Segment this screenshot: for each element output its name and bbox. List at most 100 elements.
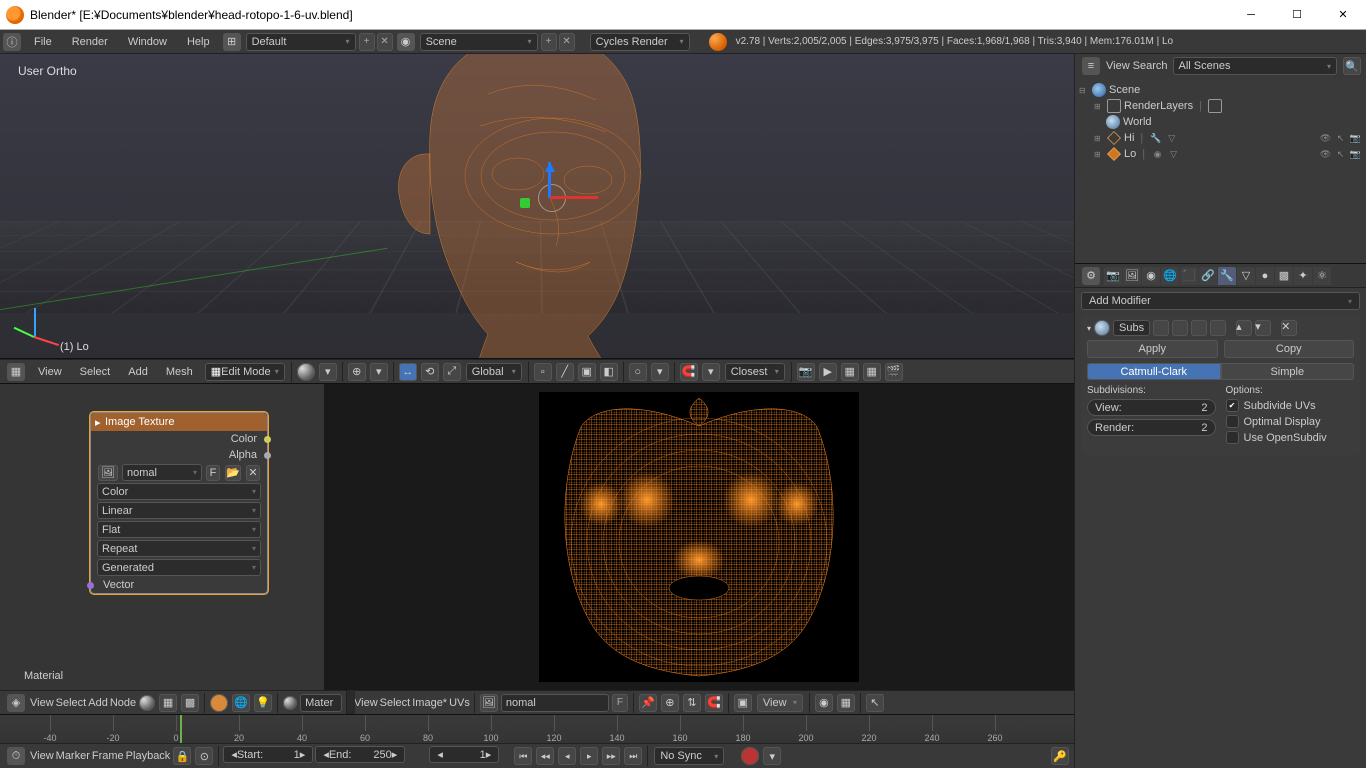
image-open-icon[interactable]: 📂	[225, 465, 241, 481]
timeline-track[interactable]: -40-200204060801001201401601802002202402…	[0, 715, 1074, 744]
jump-end-button[interactable]: ⏭	[624, 747, 642, 765]
frame-current-field[interactable]: ◂ 1 ▸	[429, 746, 499, 763]
window-minimize-button[interactable]: ─	[1228, 0, 1274, 30]
eye-icon[interactable]: 👁	[1319, 132, 1332, 145]
menu-timeline-view[interactable]: View	[30, 750, 54, 762]
screen-layout-icon[interactable]: ⊞	[223, 33, 241, 51]
camera-icon[interactable]: 📷	[1349, 148, 1362, 161]
menu-uv-select[interactable]: Select	[380, 697, 411, 709]
tab-physics-icon[interactable]: ⚛	[1313, 267, 1331, 285]
menu-view3d-select[interactable]: Select	[72, 366, 119, 378]
menu-window[interactable]: Window	[118, 36, 177, 48]
opengl-playback-icon[interactable]: 🎬	[885, 363, 903, 381]
menu-node-add[interactable]: Add	[88, 697, 108, 709]
optimal-display-checkbox[interactable]: Optimal Display	[1226, 415, 1355, 428]
menu-view3d-mesh[interactable]: Mesh	[158, 366, 201, 378]
socket-out-alpha[interactable]: Alpha	[91, 447, 267, 463]
outliner-row-hi[interactable]: ⊞Hi|🔧▽ 👁↖📷	[1077, 130, 1364, 146]
pivot-align-icon[interactable]: ▾	[370, 363, 388, 381]
mod-view3d-toggle-icon[interactable]	[1153, 320, 1169, 336]
uv-snap-icon[interactable]: 🧲	[705, 694, 723, 712]
uv-mode-icon[interactable]: ▣	[734, 694, 752, 712]
uv-image-name-field[interactable]: nomal	[501, 694, 609, 712]
modifier-copy-button[interactable]: Copy	[1224, 340, 1355, 358]
node-projection-dropdown[interactable]: Flat	[97, 521, 261, 538]
mod-delete-icon[interactable]: ✕	[1281, 320, 1297, 336]
orientation-dropdown[interactable]: Global	[466, 363, 522, 381]
subdivide-uvs-checkbox[interactable]: Subdivide UVs	[1226, 399, 1355, 412]
compositing-tree-icon[interactable]: ▦	[159, 694, 177, 712]
pivot-icon[interactable]: ⊕	[348, 363, 366, 381]
outliner-menu-search[interactable]: Search	[1133, 60, 1168, 72]
3d-viewport[interactable]: User Ortho	[0, 54, 1074, 359]
keying-set-icon[interactable]: ▾	[763, 747, 781, 765]
subsurf-render-field[interactable]: Render:2	[1087, 419, 1216, 436]
add-modifier-dropdown[interactable]: Add Modifier	[1081, 292, 1360, 310]
tab-scene-icon[interactable]: ◉	[1142, 267, 1160, 285]
snap-element-icon[interactable]: ▾	[702, 363, 720, 381]
socket-in-vector[interactable]: Vector	[91, 577, 267, 593]
modifier-name-field[interactable]: Subs	[1113, 320, 1150, 336]
tab-modifiers-icon[interactable]: 🔧	[1218, 267, 1236, 285]
mod-editmode-toggle-icon[interactable]	[1172, 320, 1188, 336]
menu-node-view[interactable]: View	[30, 697, 54, 709]
node-texcoord-dropdown[interactable]: Generated	[97, 559, 261, 576]
snap-target-dropdown[interactable]: Closest	[725, 363, 785, 381]
mesh-select-face-icon[interactable]: ▣	[578, 363, 596, 381]
uv-cursor-icon[interactable]: ↖	[866, 694, 884, 712]
node-canvas[interactable]: Image Texture Color Alpha 🖼 nomal F 📂 ✕ …	[0, 384, 346, 690]
cursor-icon[interactable]: ↖	[1334, 148, 1347, 161]
scene-delete-button[interactable]: ✕	[559, 33, 575, 51]
object-material-icon[interactable]	[210, 694, 228, 712]
scene-add-button[interactable]: +	[541, 33, 557, 51]
screen-delete-button[interactable]: ✕	[377, 33, 393, 51]
mod-movedown-icon[interactable]: ▾	[1255, 320, 1271, 336]
scene-icon[interactable]: ◉	[397, 33, 415, 51]
jump-start-button[interactable]: ⏮	[514, 747, 532, 765]
outliner-search-icon[interactable]: 🔍	[1343, 57, 1361, 75]
uv-image-fakeuser-button[interactable]: F	[612, 694, 628, 712]
texture-tree-icon[interactable]: ▩	[181, 694, 199, 712]
tab-texture-icon[interactable]: ▩	[1275, 267, 1293, 285]
menu-uv-image[interactable]: Image*	[412, 697, 447, 709]
image-fakeuser-button[interactable]: F	[206, 465, 220, 481]
outliner-row-lo[interactable]: ⊞Lo|◉▽ 👁↖📷	[1077, 146, 1364, 162]
menu-timeline-playback[interactable]: Playback	[126, 750, 171, 762]
menu-node-node[interactable]: Node	[110, 697, 136, 709]
manipulator-rotate-icon[interactable]: ⟲	[421, 363, 439, 381]
world-material-icon[interactable]: 🌐	[232, 694, 250, 712]
menu-timeline-marker[interactable]: Marker	[56, 750, 90, 762]
lamp-material-icon[interactable]: 💡	[254, 694, 272, 712]
image-browse-icon[interactable]: 🖼	[98, 465, 118, 481]
uv-draw-icon[interactable]: ▦	[837, 694, 855, 712]
timeline-playhead[interactable]	[180, 715, 182, 743]
window-maximize-button[interactable]: ☐	[1274, 0, 1320, 30]
frame-end-field[interactable]: ◂ End:250 ▸	[315, 746, 405, 763]
menu-file[interactable]: File	[24, 36, 62, 48]
uv-image-browse-icon[interactable]: 🖼	[480, 694, 498, 712]
window-close-button[interactable]: ✕	[1320, 0, 1366, 30]
menu-timeline-frame[interactable]: Frame	[92, 750, 124, 762]
tab-particles-icon[interactable]: ✦	[1294, 267, 1312, 285]
proportional-edit-icon[interactable]: ○	[629, 363, 647, 381]
editor-type-node-icon[interactable]: ◈	[7, 694, 25, 712]
uv-pivot-icon[interactable]: ⊕	[661, 694, 679, 712]
menu-uv-view[interactable]: View	[354, 697, 378, 709]
material-name-field[interactable]: Mater	[300, 694, 342, 712]
menu-uv-uvs[interactable]: UVs	[449, 697, 470, 709]
outliner-row-renderlayers[interactable]: ⊞RenderLayers|	[1077, 98, 1364, 114]
editor-type-3dview-icon[interactable]: ▦	[7, 363, 25, 381]
node-extension-dropdown[interactable]: Repeat	[97, 540, 261, 557]
render-engine-dropdown[interactable]: Cycles Render	[590, 33, 690, 51]
tab-object-icon[interactable]: ⬛	[1180, 267, 1198, 285]
editor-type-timeline-icon[interactable]: ⏱	[7, 747, 25, 765]
frame-start-field[interactable]: ◂ Start:1 ▸	[223, 746, 313, 763]
uv-sync-icon[interactable]: ⇅	[683, 694, 701, 712]
tab-render-icon[interactable]: 📷	[1104, 267, 1122, 285]
outliner-row-scene[interactable]: ⊟Scene	[1077, 82, 1364, 98]
subsurf-view-field[interactable]: View:2	[1087, 399, 1216, 416]
cursor-icon[interactable]: ↖	[1334, 132, 1347, 145]
shader-tree-icon[interactable]	[139, 695, 155, 711]
manipulator-translate-icon[interactable]: ↔	[399, 363, 417, 381]
subsurf-catmull-button[interactable]: Catmull-Clark	[1087, 363, 1221, 380]
